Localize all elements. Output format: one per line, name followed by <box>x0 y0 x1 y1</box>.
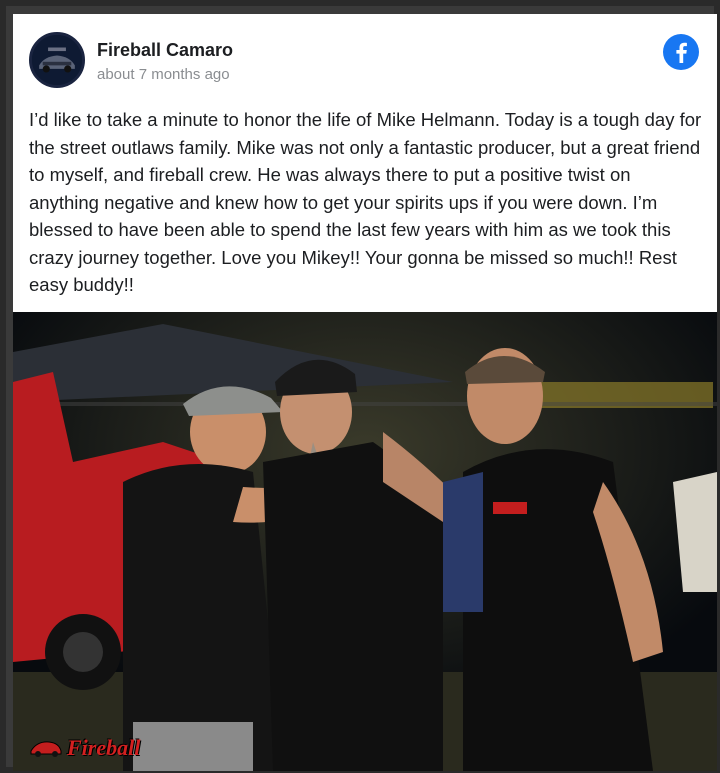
screenshot-frame: Fireball Camaro about 7 months ago I’d l… <box>0 0 720 773</box>
profile-avatar[interactable] <box>29 32 85 88</box>
post-timestamp[interactable]: about 7 months ago <box>97 66 230 83</box>
camaro-avatar-icon <box>32 35 82 85</box>
photo-illustration <box>13 312 717 771</box>
post-card: Fireball Camaro about 7 months ago I’d l… <box>13 14 717 771</box>
camaro-logo-icon <box>30 741 62 757</box>
watermark-text: Fireball <box>67 735 141 760</box>
post-photo[interactable]: Fireball <box>13 312 717 771</box>
post-header: Fireball Camaro about 7 months ago <box>13 14 717 94</box>
post-body-text: I’d like to take a minute to honor the l… <box>29 109 702 295</box>
fireball-watermark: Fireball <box>29 733 140 763</box>
facebook-icon[interactable] <box>663 34 699 70</box>
author-name[interactable]: Fireball Camaro <box>97 40 233 61</box>
